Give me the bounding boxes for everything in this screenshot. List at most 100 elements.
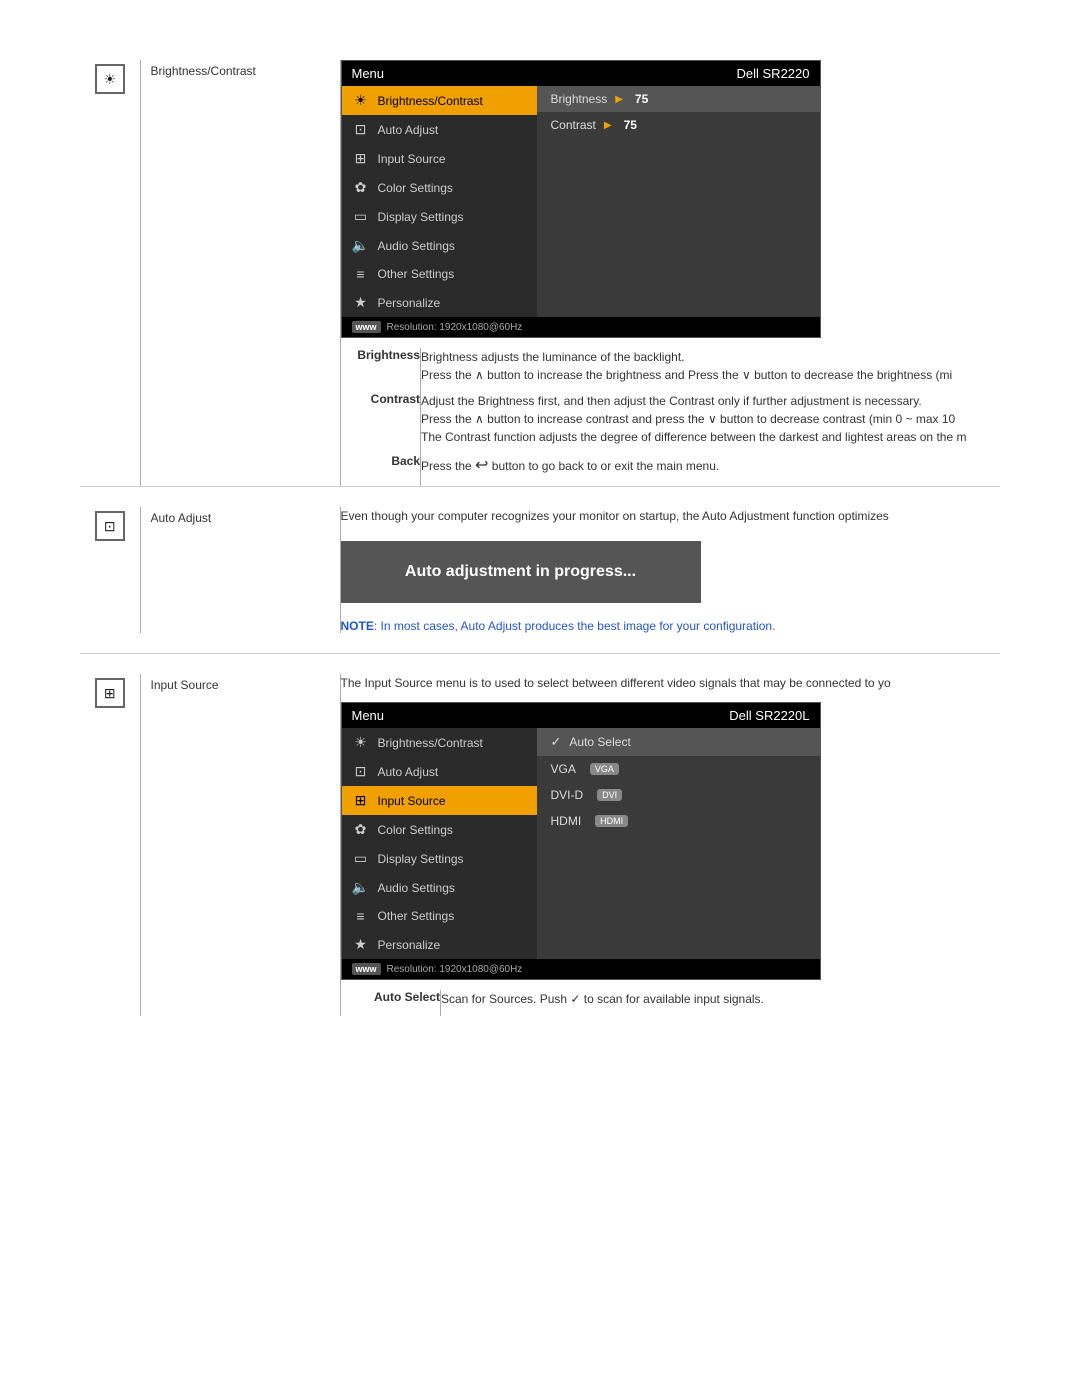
brightness-icon-box: ☀ [80, 60, 140, 94]
brightness-desc-text: Brightness adjusts the luminance of the … [421, 348, 1000, 384]
osd2-item-display-settings[interactable]: ▭ Display Settings [342, 844, 537, 873]
pe-label-1: Personalize [378, 296, 441, 310]
section1-icon-cell: ☀ [80, 60, 140, 486]
osd-right-vga[interactable]: VGA VGA [537, 756, 820, 782]
ds-icon-1: ▭ [352, 208, 370, 225]
input-source-description: The Input Source menu is to used to sele… [341, 674, 1001, 692]
osd-right-panel-2: ✓ Auto Select VGA VGA DVI-D DVI [537, 728, 820, 959]
is-icon-2: ⊞ [352, 792, 370, 809]
back-arrow-icon: ↩ [475, 457, 488, 474]
auto-select-desc-content: Scan for Sources. Push ✓ to scan for ava… [441, 990, 1001, 1016]
os-icon-2: ≡ [352, 908, 370, 924]
osd-item-color-settings-1[interactable]: ✿ Color Settings [342, 173, 537, 202]
osd-header-1: Menu Dell SR2220 [342, 61, 820, 86]
osd-item-audio-settings-1[interactable]: 🔈 Audio Settings [342, 231, 537, 260]
auto-adjust-note: NOTE: In most cases, Auto Adjust produce… [341, 619, 1001, 633]
section3-icon-cell: ⊞ [80, 674, 140, 1016]
bc-icon-2: ☀ [352, 734, 370, 751]
osd2-item-color-settings[interactable]: ✿ Color Settings [342, 815, 537, 844]
note-label: NOTE [341, 619, 374, 633]
desc-table-1: Brightness Brightness adjusts the lumina… [341, 348, 1001, 486]
osd-right-hdmi[interactable]: HDMI HDMI [537, 808, 820, 834]
cs-icon-2: ✿ [352, 821, 370, 838]
osd-right2-empty-2 [537, 846, 820, 858]
ds-icon-2: ▭ [352, 850, 370, 867]
auto-select-desc-row: Auto Select Scan for Sources. Push ✓ to … [341, 990, 1001, 1016]
osd2-item-audio-settings[interactable]: 🔈 Audio Settings [342, 873, 537, 902]
osd-menu-label-1: Menu [352, 66, 385, 81]
bc-label-2: Brightness/Contrast [378, 736, 483, 750]
contrast-label: Contrast [551, 118, 596, 132]
osd-resolution-2: Resolution: 1920x1080@60Hz [387, 964, 523, 975]
hdmi-connector-icon: HDMI [595, 815, 628, 827]
auto-select-label: Auto Select [569, 735, 630, 749]
osd-item-brightness-contrast[interactable]: ☀ Brightness/Contrast [342, 86, 537, 115]
osd-right-empty-5 [537, 186, 820, 198]
section1-label: Brightness/Contrast [141, 60, 340, 82]
ds-label-1: Display Settings [378, 210, 464, 224]
contrast-desc-label: Contrast [341, 392, 421, 454]
divider-2 [80, 653, 1000, 654]
desc-row-contrast: Contrast Adjust the Brightness first, an… [341, 392, 1001, 454]
back-desc-label: Back [341, 454, 421, 486]
osd-item-auto-adjust-1[interactable]: ⊡ Auto Adjust [342, 115, 537, 144]
dell-logo-2: www [352, 963, 381, 975]
cs-label-1: Color Settings [378, 181, 453, 195]
section2-row: ⊡ Auto Adjust Even though your computer … [80, 507, 1000, 633]
section2-label-cell: Auto Adjust [140, 507, 340, 633]
cs-icon-1: ✿ [352, 179, 370, 196]
brightness-icon: ☀ [95, 64, 125, 94]
as-label-1: Audio Settings [378, 239, 455, 253]
osd-item-personalize-1[interactable]: ★ Personalize [342, 288, 537, 317]
osd-right2-empty-1 [537, 834, 820, 846]
contrast-desc-content: Adjust the Brightness first, and then ad… [421, 392, 1001, 454]
brightness-arrow: ▶ [615, 94, 623, 105]
is-label-1: Input Source [378, 152, 446, 166]
section1-table: ☀ Brightness/Contrast Menu Dell SR2220 [80, 60, 1000, 486]
auto-adjust-icon-box: ⊡ [80, 507, 140, 541]
osd-right-empty-6 [537, 198, 820, 210]
osd-item-other-settings-1[interactable]: ≡ Other Settings [342, 260, 537, 288]
osd-footer-1: www Resolution: 1920x1080@60Hz [342, 317, 820, 337]
pe-label-2: Personalize [378, 938, 441, 952]
page-container: ☀ Brightness/Contrast Menu Dell SR2220 [0, 0, 1080, 1076]
as-icon-1: 🔈 [352, 237, 370, 254]
section2-label: Auto Adjust [141, 507, 340, 529]
osd-resolution-1: Resolution: 1920x1080@60Hz [387, 322, 523, 333]
aa-label-1: Auto Adjust [378, 123, 439, 137]
osd2-item-auto-adjust[interactable]: ⊡ Auto Adjust [342, 757, 537, 786]
contrast-arrow: ▶ [604, 120, 612, 131]
desc-row-back: Back Press the ↩ button to go back to or… [341, 454, 1001, 486]
hdmi-label: HDMI [551, 814, 582, 828]
auto-select-checkmark: ✓ [551, 734, 562, 750]
back-desc-content: Press the ↩ button to go back to or exit… [421, 454, 1001, 486]
osd-right-empty-4 [537, 174, 820, 186]
dvi-label: DVI-D [551, 788, 584, 802]
osd-right-panel-1: Brightness ▶ 75 Contrast ▶ 75 [537, 86, 820, 317]
osd-item-input-source-1[interactable]: ⊞ Input Source [342, 144, 537, 173]
input-source-icon-box: ⊞ [80, 674, 140, 708]
osd2-item-other-settings[interactable]: ≡ Other Settings [342, 902, 537, 930]
osd-body-2: ☀ Brightness/Contrast ⊡ Auto Adjust ⊞ In… [342, 728, 820, 959]
osd-menu-label-2: Menu [352, 708, 385, 723]
pe-icon-1: ★ [352, 294, 370, 311]
osd-right-empty-2 [537, 150, 820, 162]
cs-label-2: Color Settings [378, 823, 453, 837]
osd-right2-empty-3 [537, 858, 820, 870]
dvi-connector-icon: DVI [597, 789, 622, 801]
osd2-item-brightness-contrast[interactable]: ☀ Brightness/Contrast [342, 728, 537, 757]
osd-brand-label-2: Dell SR2220L [729, 708, 809, 723]
osd-right-dvi[interactable]: DVI-D DVI [537, 782, 820, 808]
osd2-item-input-source[interactable]: ⊞ Input Source [342, 786, 537, 815]
section2-table: ⊡ Auto Adjust Even though your computer … [80, 507, 1000, 633]
as-label-2: Audio Settings [378, 881, 455, 895]
section3-row: ⊞ Input Source The Input Source menu is … [80, 674, 1000, 1016]
aa-label-2: Auto Adjust [378, 765, 439, 779]
osd-right-auto-select[interactable]: ✓ Auto Select [537, 728, 820, 756]
osd-right-empty-1 [537, 138, 820, 150]
osd-item-display-settings-1[interactable]: ▭ Display Settings [342, 202, 537, 231]
osd-menu-2: Menu Dell SR2220L ☀ Brightness/Contrast … [341, 702, 821, 980]
osd-right-contrast[interactable]: Contrast ▶ 75 [537, 112, 820, 138]
osd-right-brightness[interactable]: Brightness ▶ 75 [537, 86, 820, 112]
osd2-item-personalize[interactable]: ★ Personalize [342, 930, 537, 959]
